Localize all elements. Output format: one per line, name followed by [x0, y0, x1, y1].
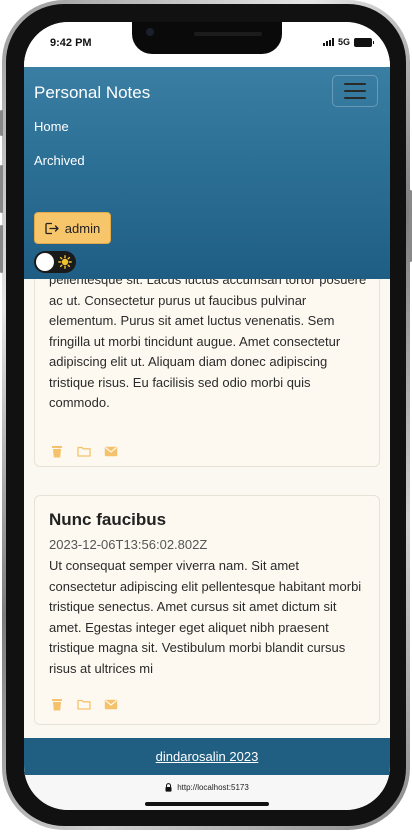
note-date: 2023-12-06T13:56:02.802Z: [49, 537, 208, 552]
nav-link-archived[interactable]: Archived: [34, 153, 85, 168]
folder-icon[interactable]: [76, 697, 91, 711]
browser-address-bar[interactable]: http://localhost:5173: [24, 775, 390, 810]
app-page[interactable]: pellentesque sit. Lacus luctus accumsan …: [24, 67, 390, 775]
phone-screen: 9:42 PM 5G pellentesque sit. Lacus luctu…: [24, 22, 390, 810]
status-indicators: 5G: [322, 37, 374, 47]
folder-icon[interactable]: [76, 444, 91, 458]
envelope-icon[interactable]: [103, 697, 118, 711]
logout-icon: [45, 222, 59, 234]
trash-icon[interactable]: [49, 444, 64, 458]
note-title[interactable]: Nunc faucibus: [49, 510, 166, 530]
note-body: pellentesque sit. Lacus luctus accumsan …: [49, 272, 367, 410]
user-name: admin: [64, 220, 101, 236]
lock-icon: [165, 783, 172, 792]
navbar: Personal Notes Home Archived admin: [24, 67, 390, 279]
phone-volume-down: [0, 225, 3, 273]
footer-credit-link[interactable]: dindarosalin 2023: [156, 749, 259, 764]
phone-side-button: [0, 110, 3, 136]
note-actions: [49, 697, 118, 711]
nav-link-home[interactable]: Home: [34, 119, 69, 134]
battery-icon: [354, 37, 374, 47]
note-body: Ut consequat semper viverra nam. Sit ame…: [49, 558, 362, 676]
theme-toggle[interactable]: [34, 251, 76, 273]
status-time: 9:42 PM: [50, 37, 92, 49]
url-display[interactable]: http://localhost:5173: [24, 783, 390, 792]
speaker-grille: [194, 32, 262, 36]
notch: [132, 22, 282, 54]
page-footer: dindarosalin 2023: [24, 738, 390, 775]
menu-toggle-button[interactable]: [332, 75, 378, 107]
camera-icon: [146, 28, 154, 36]
brand-title[interactable]: Personal Notes: [34, 83, 150, 103]
note-card: Nunc faucibus 2023-12-06T13:56:02.802Z U…: [34, 495, 380, 725]
url-text: http://localhost:5173: [177, 783, 249, 792]
note-actions: [49, 444, 118, 458]
trash-icon[interactable]: [49, 697, 64, 711]
hamburger-icon: [344, 83, 366, 85]
toggle-knob: [36, 253, 54, 271]
sun-icon: [58, 255, 72, 269]
network-type: 5G: [337, 37, 350, 47]
user-logout-button[interactable]: admin: [34, 212, 111, 244]
signal-icon: [322, 38, 334, 46]
phone-volume-up: [0, 165, 3, 213]
envelope-icon[interactable]: [103, 444, 118, 458]
home-indicator[interactable]: [145, 802, 269, 806]
